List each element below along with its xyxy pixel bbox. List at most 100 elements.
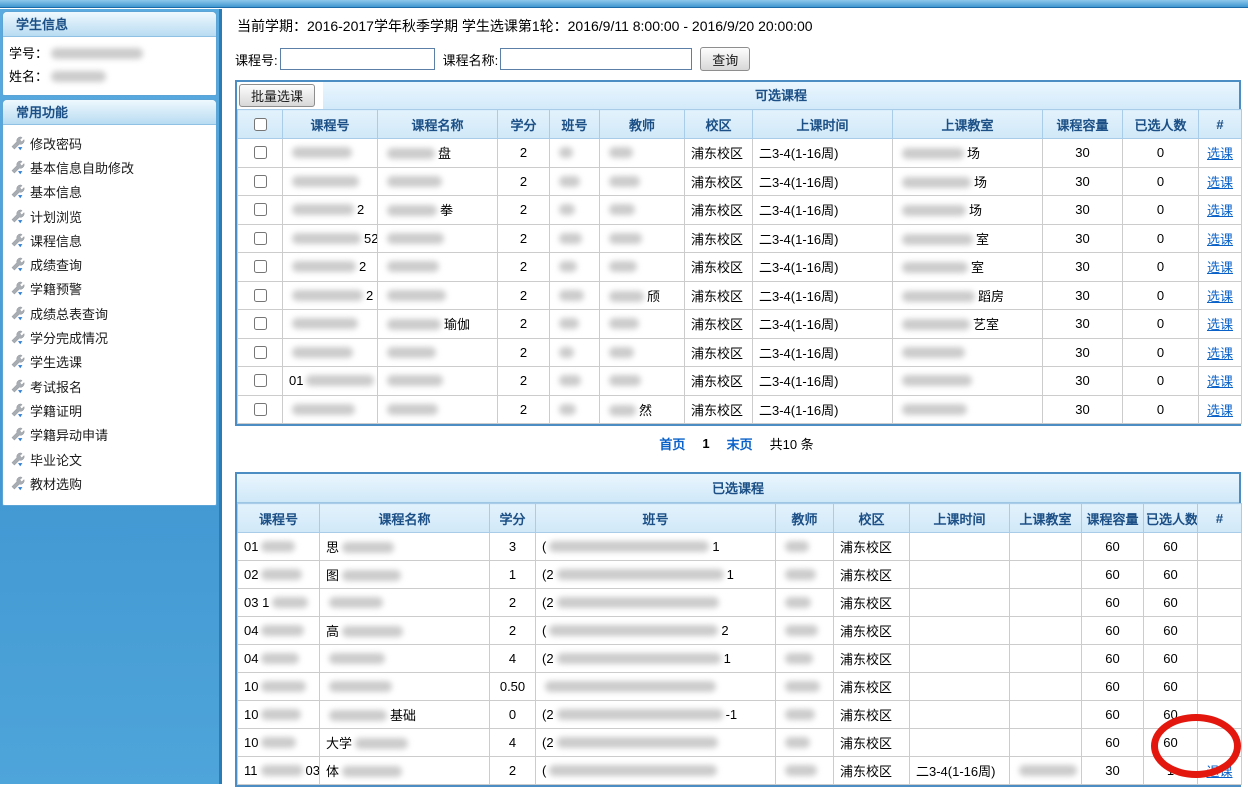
column-header: 学分 xyxy=(490,504,536,533)
select-course-link[interactable]: 选课 xyxy=(1207,146,1233,161)
cell-action: 退课 xyxy=(1198,757,1242,785)
sidebar-menu-item[interactable]: 成绩总表查询 xyxy=(10,301,216,325)
sidebar-menu-item[interactable]: 学分完成情况 xyxy=(10,325,216,349)
cell-course_name xyxy=(320,673,490,701)
cell-time: 二3-4(1-16周) xyxy=(910,757,1010,785)
cell-action: 选课 xyxy=(1199,281,1242,310)
cell-course_no: 01 xyxy=(283,367,378,396)
sidebar-menu-item[interactable]: 学籍异动申请 xyxy=(10,423,216,447)
sidebar-menu-item[interactable]: 成绩查询 xyxy=(10,252,216,276)
sidebar-menu-item[interactable]: 学生选课 xyxy=(10,350,216,374)
cell-time: 二3-4(1-16周) xyxy=(753,310,893,339)
sidebar: 学生信息 学号： 姓名： 常用功能 修改密码 基本信息自助修改 xyxy=(0,9,222,784)
row-checkbox[interactable] xyxy=(254,374,267,387)
table-row: 11030体2(浦东校区二3-4(1-16周)301退课 xyxy=(238,757,1242,785)
cell-class_no: (2 xyxy=(536,589,776,617)
select-course-link[interactable]: 选课 xyxy=(1207,203,1233,218)
redacted-text xyxy=(261,625,304,636)
cell-credits: 2 xyxy=(498,253,550,282)
select-course-link[interactable]: 选课 xyxy=(1207,317,1233,332)
sidebar-menu-item[interactable]: 考试报名 xyxy=(10,374,216,398)
cell-selected: 60 xyxy=(1144,645,1198,673)
select-course-link[interactable]: 选课 xyxy=(1207,175,1233,190)
cell-room: 艺室 xyxy=(893,310,1043,339)
last-page-link[interactable]: 末页 xyxy=(727,434,753,453)
cell-selected: 60 xyxy=(1144,729,1198,757)
sidebar-menu-item[interactable]: 基本信息 xyxy=(10,180,216,204)
cell-course_no: 03 1 xyxy=(238,589,320,617)
redacted-text xyxy=(387,205,437,216)
row-checkbox[interactable] xyxy=(254,203,267,216)
row-checkbox[interactable] xyxy=(254,289,267,302)
sidebar-menu-item[interactable]: 基本信息自助修改 xyxy=(10,155,216,179)
redacted-text xyxy=(292,233,361,244)
redacted-text xyxy=(292,204,354,215)
select-course-link[interactable]: 选课 xyxy=(1207,346,1233,361)
column-header: 课程号 xyxy=(283,110,378,139)
redacted-text xyxy=(292,261,356,272)
select-course-link[interactable]: 选课 xyxy=(1207,374,1233,389)
redacted-text xyxy=(609,261,637,272)
sidebar-menu-item[interactable]: 毕业论文 xyxy=(10,447,216,471)
row-checkbox[interactable] xyxy=(254,232,267,245)
cell-time xyxy=(910,701,1010,729)
select-course-link[interactable]: 选课 xyxy=(1207,260,1233,275)
row-checkbox[interactable] xyxy=(254,346,267,359)
course-no-input[interactable] xyxy=(280,48,435,70)
batch-select-button[interactable]: 批量选课 xyxy=(239,84,315,107)
sidebar-menu-item[interactable]: 计划浏览 xyxy=(10,204,216,228)
cell-credits: 2 xyxy=(498,224,550,253)
row-checkbox[interactable] xyxy=(254,146,267,159)
select-all-header xyxy=(238,110,283,139)
cell-teacher xyxy=(776,617,834,645)
first-page-link[interactable]: 首页 xyxy=(659,434,685,453)
sidebar-menu-item[interactable]: 课程信息 xyxy=(10,228,216,252)
cell-room xyxy=(1010,729,1082,757)
cell-campus: 浦东校区 xyxy=(834,729,910,757)
sidebar-menu-item[interactable]: 学籍预警 xyxy=(10,277,216,301)
cell-class_no: ( xyxy=(536,757,776,785)
row-checkbox[interactable] xyxy=(254,317,267,330)
redacted-text xyxy=(785,709,815,720)
select-all-checkbox[interactable] xyxy=(254,118,267,131)
column-header: 上课时间 xyxy=(753,110,893,139)
selected-courses-grid: 课程号课程名称学分班号教师校区上课时间上课教室课程容量已选人数# 01思3(1浦… xyxy=(237,503,1242,785)
cell-time xyxy=(910,589,1010,617)
row-checkbox[interactable] xyxy=(254,403,267,416)
select-course-link[interactable]: 选课 xyxy=(1207,403,1233,418)
column-header: 已选人数 xyxy=(1144,504,1198,533)
select-course-link[interactable]: 选课 xyxy=(1207,289,1233,304)
cell-campus: 浦东校区 xyxy=(834,673,910,701)
redacted-text xyxy=(609,176,640,187)
cell-capacity: 30 xyxy=(1043,310,1123,339)
sidebar-menu-item[interactable]: 教材选购 xyxy=(10,471,216,495)
redacted-text xyxy=(559,375,581,386)
wrench-icon xyxy=(10,209,25,224)
cell-credits: 2 xyxy=(498,310,550,339)
table-row: 2浦东校区二3-4(1-16周)场300选课 xyxy=(238,167,1242,196)
query-button[interactable]: 查询 xyxy=(700,47,750,71)
cell-room xyxy=(893,395,1043,424)
cell-capacity: 60 xyxy=(1082,645,1144,673)
cell-time xyxy=(910,617,1010,645)
cell-action xyxy=(1198,645,1242,673)
cell-action: 选课 xyxy=(1199,367,1242,396)
select-course-link[interactable]: 选课 xyxy=(1207,232,1233,247)
sidebar-menu-item-label: 毕业论文 xyxy=(30,450,82,469)
drop-course-link[interactable]: 退课 xyxy=(1206,764,1232,779)
cell-course_no: 2 xyxy=(283,253,378,282)
cell-credits: 2 xyxy=(498,367,550,396)
cell-selected: 0 xyxy=(1123,281,1199,310)
cell-campus: 浦东校区 xyxy=(685,367,753,396)
redacted-text xyxy=(902,148,964,159)
cell-check xyxy=(238,196,283,225)
student-id-row: 学号： xyxy=(9,42,210,65)
row-checkbox[interactable] xyxy=(254,175,267,188)
cell-course_no: 2 xyxy=(283,196,378,225)
redacted-text xyxy=(261,653,299,664)
course-name-input[interactable] xyxy=(500,48,692,70)
row-checkbox[interactable] xyxy=(254,260,267,273)
sidebar-menu-item[interactable]: 学籍证明 xyxy=(10,398,216,422)
sidebar-menu-item[interactable]: 修改密码 xyxy=(10,131,216,155)
sidebar-menu-item-label: 学籍异动申请 xyxy=(30,425,108,444)
